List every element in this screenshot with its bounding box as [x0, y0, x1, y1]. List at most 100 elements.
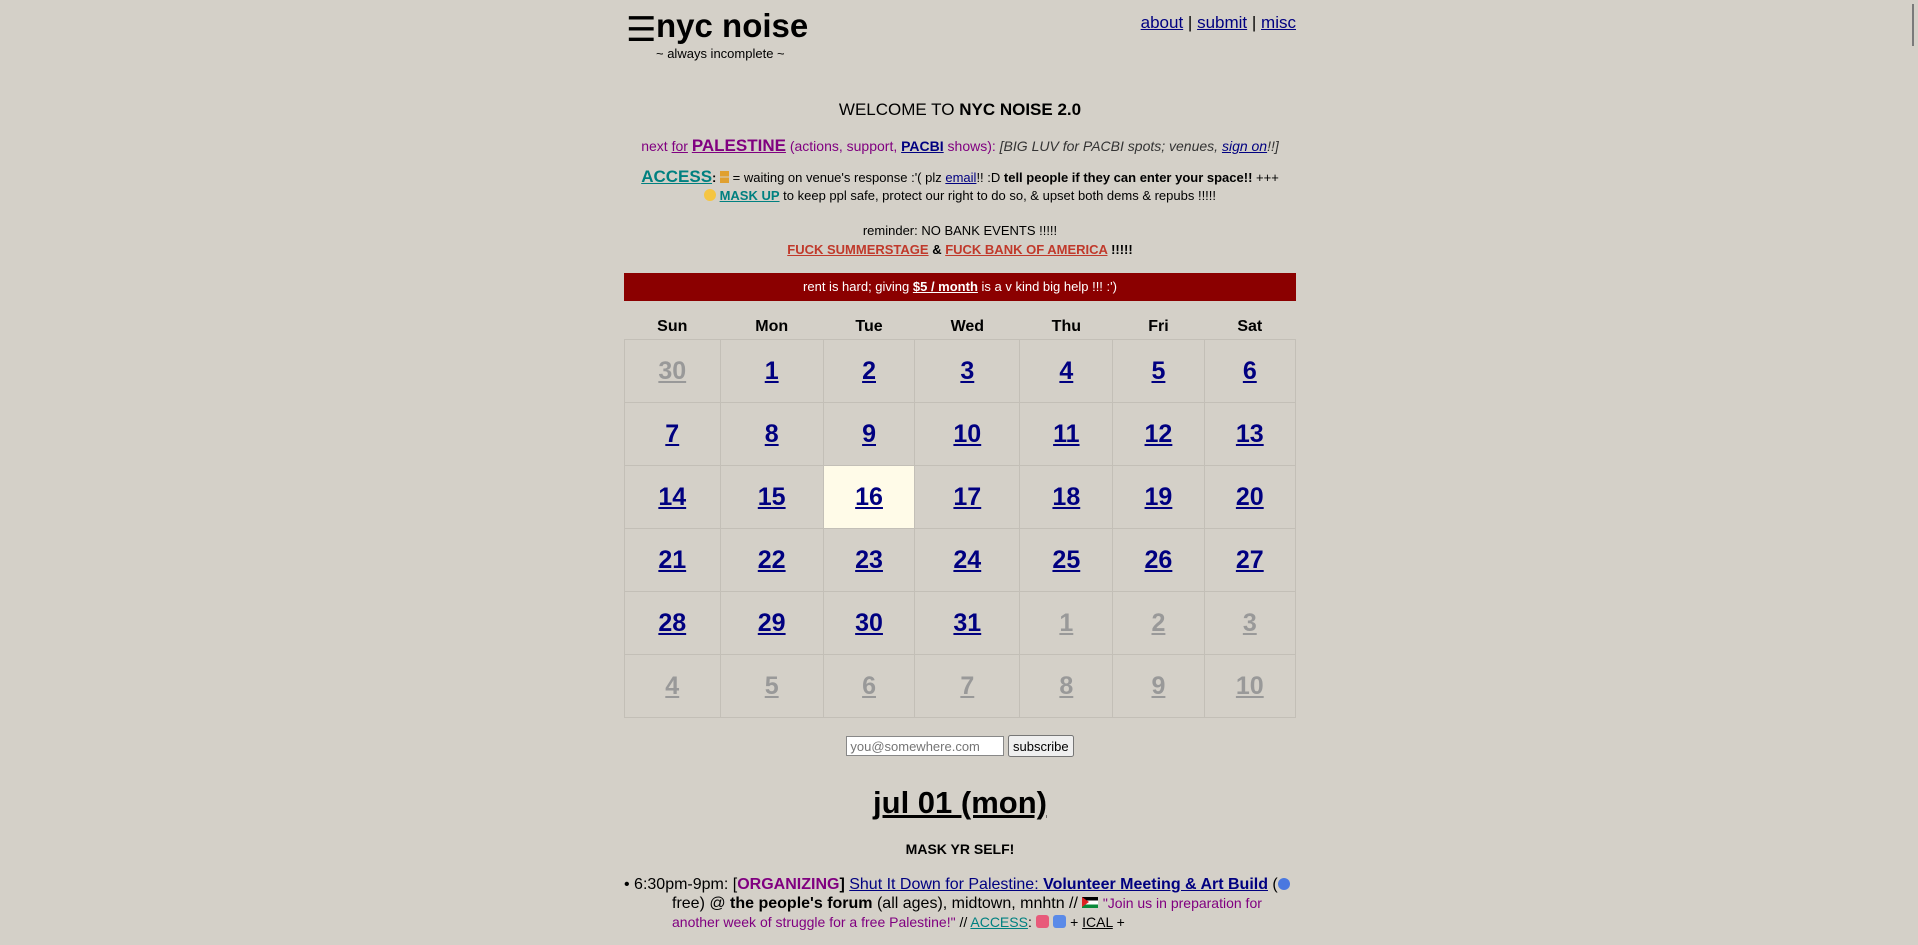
calendar-day-cell: 28: [624, 591, 721, 655]
calendar-day-link[interactable]: 9: [862, 420, 876, 448]
calendar-day-link[interactable]: 30: [855, 609, 883, 637]
event-sep: //: [955, 914, 971, 930]
calendar-day-link[interactable]: 2: [1151, 609, 1165, 637]
calendar-day-link[interactable]: 5: [765, 672, 779, 700]
calendar-day-cell: 13: [1203, 402, 1297, 466]
subscribe-email-input[interactable]: [846, 736, 1005, 756]
boycott-amp: &: [928, 242, 946, 257]
nav-submit-link[interactable]: submit: [1197, 13, 1247, 32]
calendar-day-link[interactable]: 3: [960, 357, 974, 385]
calendar-day-link[interactable]: 1: [765, 357, 779, 385]
palestine-notice: next for PALESTINE (actions, support, PA…: [624, 136, 1296, 156]
weekday-header: Sun: [657, 318, 688, 335]
calendar-day-link[interactable]: 23: [855, 546, 883, 574]
calendar-day-link[interactable]: 27: [1236, 546, 1264, 574]
calendar-day-link[interactable]: 6: [1243, 357, 1257, 385]
welcome-banner: WELCOME TO NYC NOISE 2.0: [624, 100, 1296, 120]
summerstage-link[interactable]: FUCK SUMMERSTAGE: [787, 242, 928, 257]
subscribe-button[interactable]: subscribe: [1007, 735, 1074, 757]
welcome-site-name: NYC NOISE 2.0: [959, 100, 1082, 119]
calendar-week-row: 30 1 2 3 4 5 6: [624, 339, 1297, 403]
nav-separator: |: [1187, 13, 1193, 32]
luv-end: !!]: [1267, 138, 1279, 154]
calendar-day-link[interactable]: 18: [1052, 483, 1080, 511]
calendar-day-link[interactable]: 22: [758, 546, 786, 574]
event-title-a: Shut It Down for Palestine:: [849, 876, 1044, 893]
calendar-day-link[interactable]: 8: [1059, 672, 1073, 700]
mask-up-link[interactable]: MASK UP: [720, 188, 780, 203]
access-notice: ACCESS: = waiting on venue's response :'…: [624, 168, 1296, 205]
for-link[interactable]: for: [672, 138, 688, 154]
donate-link[interactable]: $5 / month: [913, 279, 978, 294]
calendar-day-cell: 1: [719, 339, 824, 403]
calendar-day-link[interactable]: 20: [1236, 483, 1264, 511]
calendar-day-link[interactable]: 3: [1243, 609, 1257, 637]
calendar-day-link[interactable]: 24: [953, 546, 981, 574]
event-end: +: [1112, 914, 1125, 930]
sign-on-link[interactable]: sign on: [1222, 138, 1267, 154]
event-tag: ORGANIZING: [737, 876, 840, 893]
access-link[interactable]: ACCESS: [641, 167, 712, 186]
calendar-week-row: 28 29 30 31 1 2 3: [624, 591, 1297, 655]
top-nav: about | submit | misc: [1141, 13, 1296, 33]
weekday-header: Wed: [950, 318, 985, 335]
mask-line: MASK UP to keep ppl safe, protect our ri…: [624, 187, 1296, 205]
bank-of-america-link[interactable]: FUCK BANK OF AMERICA: [945, 242, 1107, 257]
scrollbar-thumb[interactable]: [1912, 4, 1914, 46]
access-line: ACCESS: = waiting on venue's response :'…: [624, 168, 1296, 187]
event-title-link[interactable]: Shut It Down for Palestine: Volunteer Me…: [849, 876, 1268, 893]
day-heading: jul 01 (mon): [873, 785, 1047, 820]
calendar-day-link[interactable]: 16: [855, 483, 883, 511]
calendar-day-link[interactable]: 1: [1059, 609, 1073, 637]
calendar-day-link[interactable]: 26: [1145, 546, 1173, 574]
calendar-day-link[interactable]: 7: [960, 672, 974, 700]
calendar-day-cell: 24: [914, 528, 1021, 592]
calendar-day-link[interactable]: 19: [1145, 483, 1173, 511]
pacbi-luv-note: [BIG LUV for PACBI spots; venues, sign o…: [1000, 138, 1279, 154]
calendar-day-link[interactable]: 29: [758, 609, 786, 637]
event-tag-close: ]: [839, 876, 850, 893]
calendar-day-link[interactable]: 5: [1151, 357, 1165, 385]
calendar-day-link[interactable]: 10: [953, 420, 981, 448]
calendar-day-link[interactable]: 25: [1052, 546, 1080, 574]
event-access-link[interactable]: ACCESS: [970, 914, 1028, 930]
calendar-day-link[interactable]: 2: [862, 357, 876, 385]
calendar-day-cell: 17: [914, 465, 1021, 529]
calendar-day-link[interactable]: 17: [953, 483, 981, 511]
calendar-day-link[interactable]: 11: [1053, 420, 1079, 448]
event-price-open: (: [1267, 876, 1278, 893]
weekday-header: Tue: [855, 318, 883, 335]
menu-icon[interactable]: ☰: [626, 10, 656, 50]
nav-about-link[interactable]: about: [1141, 13, 1184, 32]
ical-link[interactable]: ICAL: [1082, 914, 1113, 930]
calendar-day-link[interactable]: 8: [765, 420, 779, 448]
calendar-day-link[interactable]: 7: [665, 420, 679, 448]
calendar-day-cell: 23: [822, 528, 916, 592]
calendar-day-link[interactable]: 4: [665, 672, 679, 700]
calendar-day-link[interactable]: 4: [1059, 357, 1073, 385]
event-item: • 6:30pm-9pm: [ORGANIZING] Shut It Down …: [624, 875, 1296, 932]
calendar-day-cell: 30: [822, 591, 916, 655]
calendar-day-cell: 2: [1112, 591, 1205, 655]
calendar-day-link[interactable]: 15: [758, 483, 786, 511]
nav-misc-link[interactable]: misc: [1261, 13, 1296, 32]
calendar-day-link[interactable]: 14: [658, 483, 686, 511]
calendar-day-link[interactable]: 28: [658, 609, 686, 637]
calendar-day-link[interactable]: 9: [1151, 672, 1165, 700]
calendar-day-link[interactable]: 31: [953, 609, 981, 637]
palestine-link[interactable]: PALESTINE: [692, 136, 786, 155]
luv-text: [BIG LUV for PACBI spots; venues,: [999, 138, 1222, 154]
calendar-day-cell: 7: [914, 654, 1021, 718]
calendar: Sun Mon Tue Wed Thu Fri Sat 30 1 2 3 4 5…: [624, 315, 1297, 718]
pacbi-link[interactable]: PACBI: [901, 138, 944, 154]
calendar-day-link[interactable]: 21: [658, 546, 686, 574]
boycott-bang: !!!!!: [1107, 242, 1133, 257]
calendar-day-link[interactable]: 13: [1236, 420, 1264, 448]
calendar-day-link[interactable]: 12: [1145, 420, 1173, 448]
subscribe-form: subscribe: [624, 735, 1296, 757]
calendar-week-row: 14 15 16 17 18 19 20: [624, 465, 1297, 529]
calendar-day-link[interactable]: 30: [658, 357, 686, 385]
calendar-day-link[interactable]: 6: [862, 672, 876, 700]
email-link[interactable]: email: [945, 170, 976, 185]
calendar-day-link[interactable]: 10: [1236, 672, 1264, 700]
